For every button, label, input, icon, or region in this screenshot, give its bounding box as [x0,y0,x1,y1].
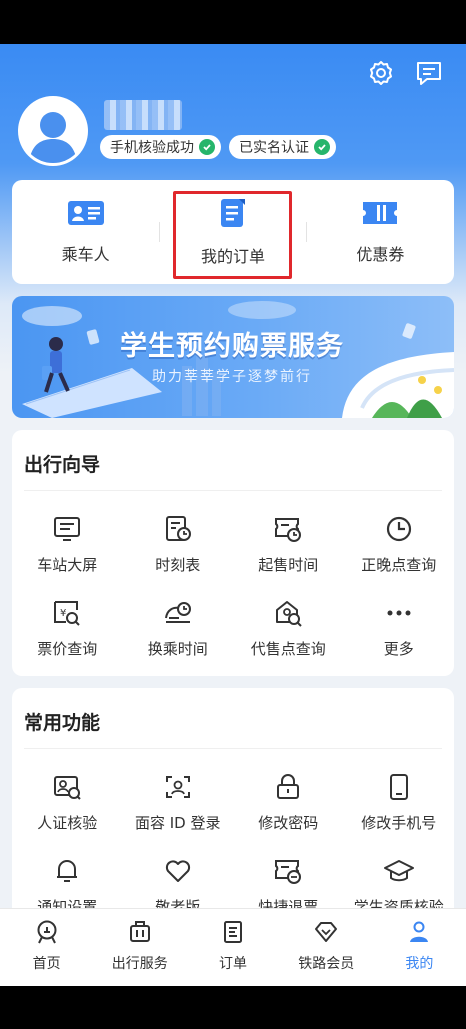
badge-label: 已实名认证 [239,140,309,156]
passenger-card-icon [67,199,105,231]
tab-label: 出行服务 [111,956,168,972]
lock-icon [271,770,305,804]
grid-item-label: 正晚点查询 [361,556,437,574]
system-navigation-bar [0,986,466,1029]
travel-guide-panel: 出行向导 车站大屏 时刻表 起售时间 正晚点查询 ¥ 票价查询 换乘时间 代售点… [12,430,454,676]
avatar[interactable] [18,96,88,166]
fare-query-button[interactable]: ¥ 票价查询 [12,590,123,674]
id-verify-button[interactable]: 人证核验 [12,764,123,848]
sale-time-button[interactable]: 起售时间 [233,506,344,590]
transfer-time-button[interactable]: 换乘时间 [123,590,234,674]
quick-item-label: 优惠券 [356,245,405,264]
my-orders-button[interactable]: 我的订单 [159,180,306,284]
tab-label: 订单 [219,956,247,972]
tab-travel-services[interactable]: 出行服务 [93,909,186,986]
bottom-tab-bar: 首页 出行服务 订单 铁路会员 我的 [0,908,466,986]
fare-query-icon: ¥ [50,596,84,630]
banner-title: 学生预约购票服务 [120,331,344,362]
change-phone-button[interactable]: 修改手机号 [344,764,455,848]
grid-item-label: 面容 ID 登录 [134,814,221,832]
change-password-button[interactable]: 修改密码 [233,764,344,848]
more-icon [382,596,416,630]
face-id-login-button[interactable]: 面容 ID 登录 [123,764,234,848]
station-screen-icon [50,512,84,546]
tab-orders[interactable]: 订单 [186,909,279,986]
grid-item-label: 修改密码 [258,814,319,832]
grid-item-label: 更多 [383,640,414,658]
grid-item-label: 修改手机号 [361,814,437,832]
message-icon[interactable] [414,58,444,88]
grid-item-label: 车站大屏 [37,556,98,574]
order-icon [220,919,246,949]
person-icon [406,919,432,949]
refund-ticket-icon [271,854,305,888]
bell-icon [50,854,84,888]
grid-item-label: 代售点查询 [250,640,326,658]
grid-item-label: 时刻表 [155,556,201,574]
more-button[interactable]: 更多 [344,590,455,674]
heart-icon [161,854,195,888]
tab-label: 首页 [32,956,61,972]
divider [159,222,160,242]
luggage-icon [127,919,153,949]
divider [24,490,442,491]
grid-item-label: 人证核验 [37,814,98,832]
tab-label: 铁路会员 [298,956,355,972]
coupon-icon [361,199,399,231]
status-bar [0,0,466,44]
coupons-button[interactable]: 优惠券 [307,180,454,284]
divider [306,222,307,242]
quick-item-label: 乘车人 [61,245,110,264]
grid-item-label: 起售时间 [258,556,319,574]
transfer-time-icon [161,596,195,630]
common-functions-panel: 常用功能 人证核验 面容 ID 登录 修改密码 修改手机号 通知设置 敬老版 快… [12,688,454,928]
agency-query-icon [271,596,305,630]
passengers-button[interactable]: 乘车人 [12,180,159,284]
agency-query-button[interactable]: 代售点查询 [233,590,344,674]
common-functions-grid: 人证核验 面容 ID 登录 修改密码 修改手机号 通知设置 敬老版 快捷退票 学… [12,764,454,928]
tab-label: 我的 [405,956,434,972]
phone-verified-badge: 手机核验成功 [100,135,221,159]
face-id-icon [161,770,195,804]
svg-text:¥: ¥ [60,608,66,619]
graduation-cap-icon [382,854,416,888]
header-actions [366,58,444,88]
quick-item-label: 我的订单 [200,247,265,266]
quick-actions-card: 乘车人 我的订单 优惠券 [12,180,454,284]
badge-label: 手机核验成功 [110,140,194,156]
settings-icon[interactable] [366,58,396,88]
phone-icon [382,770,416,804]
user-name-blurred [104,100,182,130]
tab-home[interactable]: 首页 [0,909,93,986]
grid-item-label: 换乘时间 [147,640,208,658]
travel-guide-grid: 车站大屏 时刻表 起售时间 正晚点查询 ¥ 票价查询 换乘时间 代售点查询 更多 [12,506,454,674]
diamond-icon [313,919,339,949]
realname-verified-badge: 已实名认证 [229,135,336,159]
home-rail-icon [34,919,60,949]
divider [24,748,442,749]
id-verify-icon [50,770,84,804]
tab-rail-membership[interactable]: 铁路会员 [280,909,373,986]
delay-query-button[interactable]: 正晚点查询 [344,506,455,590]
student-ticket-banner[interactable]: 学生预约购票服务 助力莘莘学子逐梦前行 [12,296,454,418]
section-title: 常用功能 [24,712,101,734]
timetable-button[interactable]: 时刻表 [123,506,234,590]
verification-badges: 手机核验成功 已实名认证 [100,135,336,159]
sale-time-icon [271,512,305,546]
tab-mine[interactable]: 我的 [373,909,466,986]
check-icon [199,139,215,155]
section-title: 出行向导 [24,454,101,476]
order-document-icon [217,197,249,233]
grid-item-label: 票价查询 [37,640,98,658]
check-icon [314,139,330,155]
clock-icon [382,512,416,546]
profile-screen: 手机核验成功 已实名认证 乘车人 我的订单 优惠券 学生预约购票服务 助力莘莘学… [0,44,466,986]
banner-subtitle: 助力莘莘学子逐梦前行 [152,369,312,385]
timetable-icon [161,512,195,546]
station-screen-button[interactable]: 车站大屏 [12,506,123,590]
